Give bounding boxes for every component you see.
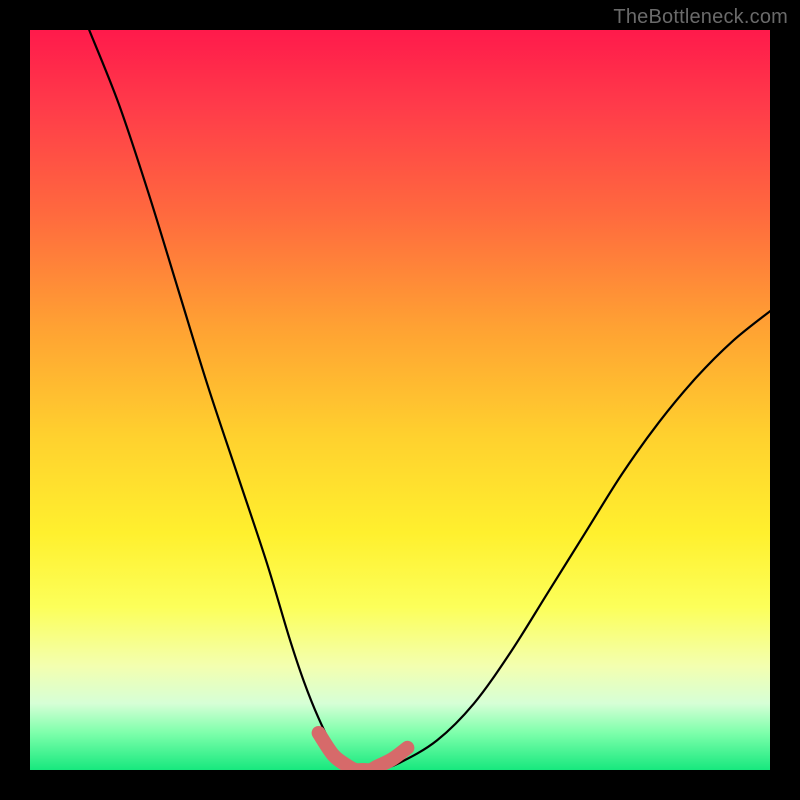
plot-area: [30, 30, 770, 770]
bottleneck-curve: [89, 30, 770, 770]
chart-frame: TheBottleneck.com: [0, 0, 800, 800]
curve-svg: [30, 30, 770, 770]
bottom-marker: [319, 733, 408, 770]
watermark-text: TheBottleneck.com: [613, 6, 788, 29]
